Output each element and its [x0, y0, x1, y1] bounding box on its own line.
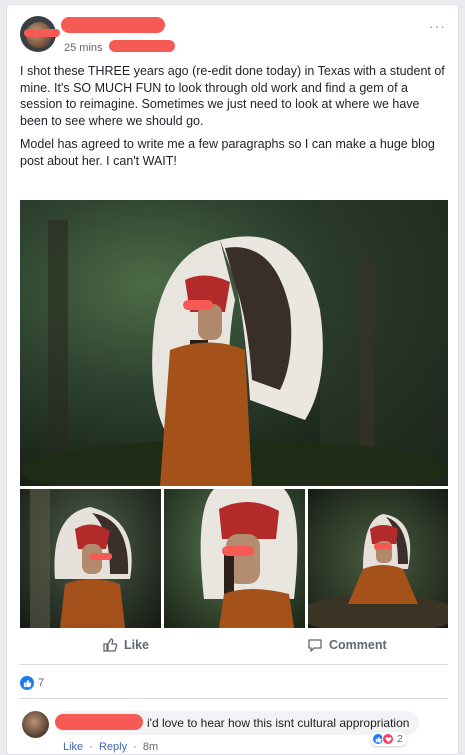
comment-button-label: Comment: [329, 638, 387, 652]
post-paragraph: I shot these THREE years ago (re-edit do…: [20, 64, 445, 128]
reactions-summary[interactable]: 7: [20, 676, 44, 690]
comment-text: i'd love to hear how this isnt cultural …: [147, 716, 410, 730]
post-photo-thumb[interactable]: [20, 489, 161, 628]
author-name-redacted[interactable]: [61, 17, 165, 33]
photo-art: [20, 200, 448, 486]
comment-reactions[interactable]: 2: [370, 732, 407, 746]
comment-actions: Like · Reply · 8m: [63, 741, 158, 753]
post-body: I shot these THREE years ago (re-edit do…: [20, 63, 448, 177]
like-button[interactable]: Like: [102, 629, 149, 661]
redaction-mark: [24, 29, 60, 37]
love-reaction-icon: [382, 733, 394, 745]
post-photo-thumb[interactable]: [308, 489, 448, 628]
comment-like-link[interactable]: Like: [63, 741, 83, 753]
page: 25 mins ··· I shot these THREE years ago…: [0, 0, 465, 755]
commenter-name-redacted[interactable]: [55, 714, 143, 730]
post-photo-main[interactable]: [20, 200, 448, 486]
post-timestamp[interactable]: 25 mins: [64, 42, 103, 54]
like-count: 7: [38, 677, 45, 689]
comment-reply-link[interactable]: Reply: [99, 741, 127, 753]
commenter-avatar[interactable]: [22, 711, 49, 738]
comment-bubble-icon: [307, 637, 323, 653]
post-card: 25 mins ··· I shot these THREE years ago…: [6, 4, 459, 755]
photo-art: [30, 489, 132, 628]
separator: ·: [89, 741, 93, 753]
like-reaction-icon: [20, 676, 34, 690]
comment-time[interactable]: 8m: [143, 741, 158, 753]
photo-art: [308, 514, 448, 628]
post-paragraph: Model has agreed to write me a few parag…: [20, 137, 435, 168]
photo-art: [200, 489, 298, 628]
divider: [19, 698, 448, 699]
comment-reaction-count: 2: [397, 733, 403, 745]
like-button-label: Like: [124, 638, 150, 652]
post-action-bar: Like Comment: [19, 629, 449, 661]
thumbs-up-icon: [102, 637, 118, 653]
redaction-mark: [109, 40, 175, 52]
post-photo-thumb[interactable]: [164, 489, 305, 628]
divider: [19, 664, 448, 665]
comment-button[interactable]: Comment: [307, 629, 387, 661]
separator: ·: [133, 741, 137, 753]
more-options-icon[interactable]: ···: [429, 18, 446, 34]
